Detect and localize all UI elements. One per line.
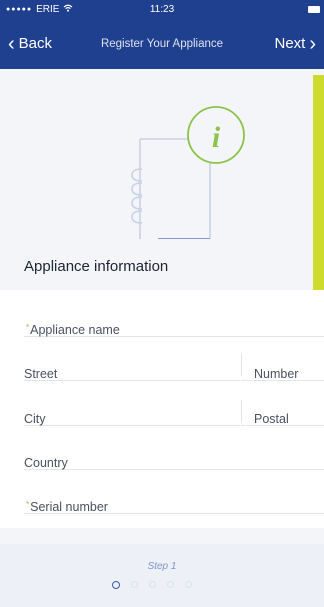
navigation-bar: ‹ Back Register Your Appliance Next › [0,20,324,69]
hero-illustration: i [0,69,324,244]
postal-placeholder: Postal [254,412,289,426]
country-field[interactable]: Country [24,433,324,470]
required-asterisk: * [26,323,30,332]
appliance-name-field[interactable]: *Appliance name [24,300,324,337]
appliance-form: *Appliance name Street Number City Posta… [0,290,324,528]
number-field[interactable]: Number [241,344,324,381]
step-dot-4 [167,581,174,588]
svg-text:i: i [212,121,221,154]
step-dot-5 [185,581,192,588]
serial-number-field[interactable]: *Serial number [24,477,324,514]
status-time: 11:23 [149,4,175,15]
step-dot-2 [131,581,138,588]
step-footer: Step 1 [0,544,324,607]
appliance-name-placeholder: Appliance name [30,323,120,337]
next-label: Next [274,35,306,52]
city-placeholder: City [24,412,46,426]
postal-field[interactable]: Postal [241,389,324,426]
number-placeholder: Number [254,367,299,381]
section-title: Appliance information [24,258,169,275]
step-indicator [112,581,192,589]
step-dot-1 [112,581,120,589]
serial-number-placeholder: Serial number [30,500,108,514]
next-chevron-icon: › [309,32,316,55]
step-label: Step 1 [147,561,177,572]
info-icon: i [187,106,245,164]
status-bar: ●●●●● ERIE 11:23 [0,0,324,20]
next-button[interactable]: Next › [274,32,316,55]
city-field[interactable]: City [24,389,240,426]
required-asterisk: * [26,500,30,509]
battery-icon [308,6,320,13]
country-placeholder: Country [24,456,68,470]
street-field[interactable]: Street [24,344,240,381]
step-dot-3 [149,581,156,588]
street-placeholder: Street [24,367,58,381]
